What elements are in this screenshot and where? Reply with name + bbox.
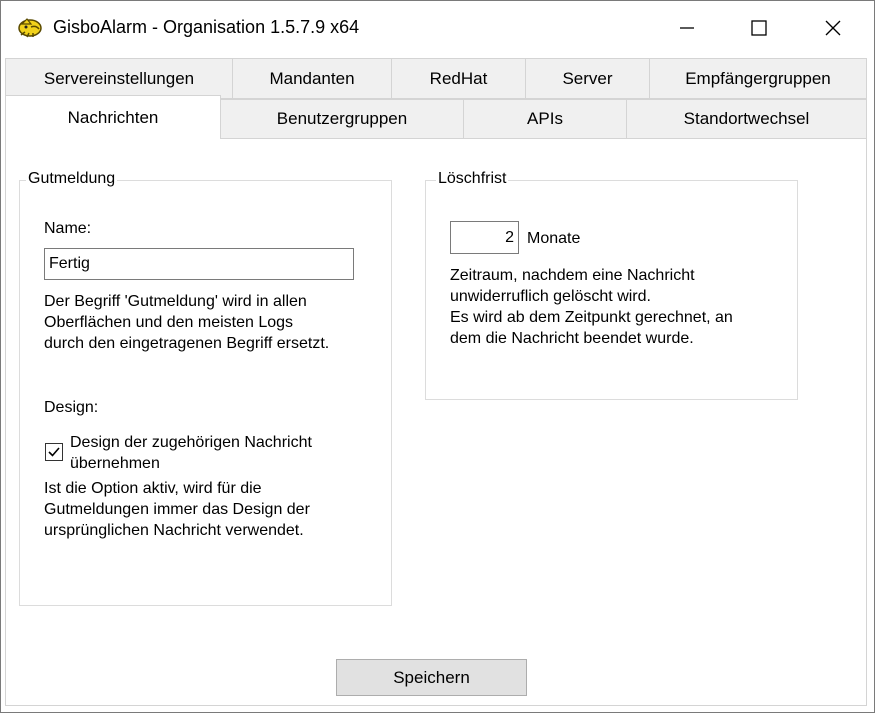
close-button[interactable] <box>797 1 869 55</box>
design-label: Design: <box>44 399 99 416</box>
tab-redhat[interactable]: RedHat <box>391 58 526 99</box>
checkmark-icon <box>48 447 60 457</box>
maximize-button[interactable] <box>723 1 795 55</box>
tab-strip: Servereinstellungen Mandanten RedHat Ser… <box>5 58 867 140</box>
tab-mandanten[interactable]: Mandanten <box>232 58 392 99</box>
design-help-line-3: ursprünglichen Nachricht verwendet. <box>44 522 304 539</box>
tab-nachrichten[interactable]: Nachrichten <box>5 95 221 139</box>
app-window: GisboAlarm - Organisation 1.5.7.9 x64 Se… <box>0 0 875 713</box>
tab-server[interactable]: Server <box>525 58 650 99</box>
minimize-icon <box>680 27 694 29</box>
loeschfrist-group-label: Löschfrist <box>436 170 509 188</box>
window-title: GisboAlarm - Organisation 1.5.7.9 x64 <box>53 17 360 37</box>
gutmeldung-group: Gutmeldung Name: Der Begriff 'Gutmeldung… <box>19 170 392 606</box>
name-help-line-3: durch den eingetragenen Begriff ersetzt. <box>44 335 330 352</box>
design-help-line-2: Gutmeldungen immer das Design der <box>44 501 310 518</box>
loeschfrist-group: Löschfrist Monate Zeitraum, nachdem eine… <box>425 170 798 400</box>
minimize-button[interactable] <box>651 1 723 55</box>
design-checkbox[interactable] <box>45 443 63 461</box>
maximize-icon <box>751 20 767 36</box>
tab-empfaengergruppen[interactable]: Empfängergruppen <box>649 58 867 99</box>
name-label: Name: <box>44 220 92 237</box>
loeschfrist-help-line-3: Es wird ab dem Zeitpunkt gerechnet, an <box>450 309 733 326</box>
tab-apis[interactable]: APIs <box>463 99 627 139</box>
save-button[interactable]: Speichern <box>336 659 527 696</box>
tab-benutzergruppen[interactable]: Benutzergruppen <box>220 99 464 139</box>
close-icon <box>825 20 841 36</box>
title-bar[interactable]: GisboAlarm - Organisation 1.5.7.9 x64 <box>1 1 874 55</box>
gutmeldung-group-label: Gutmeldung <box>26 170 118 188</box>
loeschfrist-months-input[interactable] <box>450 221 519 254</box>
loeschfrist-help-line-1: Zeitraum, nachdem eine Nachricht <box>450 267 695 284</box>
loeschfrist-unit-label: Monate <box>527 230 581 247</box>
design-checkbox-label-line-2[interactable]: übernehmen <box>70 453 160 474</box>
tab-panel-nachrichten: Gutmeldung Name: Der Begriff 'Gutmeldung… <box>5 138 867 706</box>
design-help-line-1: Ist die Option aktiv, wird für die <box>44 480 262 497</box>
tab-servereinstellungen[interactable]: Servereinstellungen <box>5 58 233 99</box>
tab-standortwechsel[interactable]: Standortwechsel <box>626 99 867 139</box>
name-help-line-1: Der Begriff 'Gutmeldung' wird in allen <box>44 293 307 310</box>
design-checkbox-label-line-1[interactable]: Design der zugehörigen Nachricht <box>70 432 312 453</box>
app-icon <box>18 18 42 38</box>
name-input[interactable] <box>44 248 354 280</box>
name-help-line-2: Oberflächen und den meisten Logs <box>44 314 294 331</box>
loeschfrist-help-line-2: unwiderruflich gelöscht wird. <box>450 288 651 305</box>
loeschfrist-help-line-4: dem die Nachricht beendet wurde. <box>450 330 694 347</box>
